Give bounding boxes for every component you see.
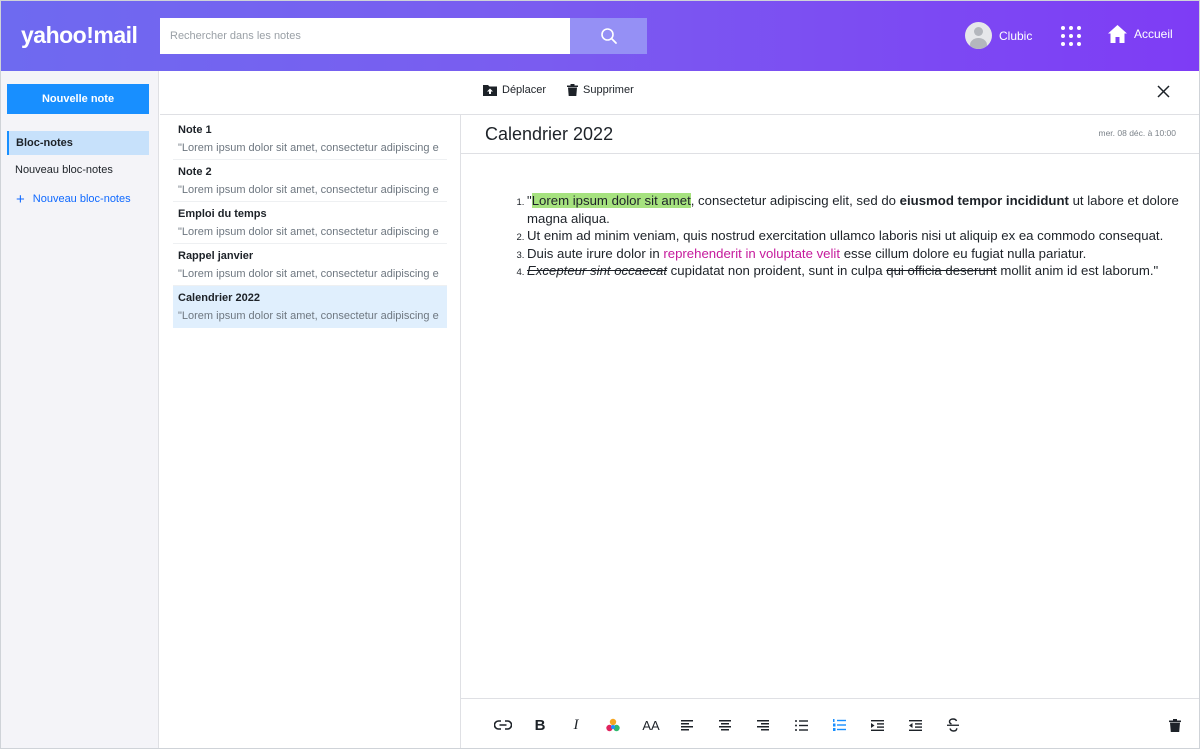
list-item: "Lorem ipsum dolor sit amet, consectetur… bbox=[527, 192, 1191, 227]
close-icon bbox=[1157, 85, 1170, 98]
note-snippet: "Lorem ipsum dolor sit amet, consectetur… bbox=[178, 184, 439, 196]
list-item: Ut enim ad minim veniam, quis nostrud ex… bbox=[527, 227, 1191, 245]
italic-icon[interactable]: I bbox=[566, 715, 586, 735]
add-notebook-button[interactable]: + Nouveau bloc-notes bbox=[16, 190, 131, 208]
sidebar-item-nouveau-bloc-notes[interactable]: Nouveau bloc-notes bbox=[7, 158, 149, 182]
move-label: Déplacer bbox=[502, 84, 547, 96]
bold-icon[interactable]: B bbox=[530, 715, 550, 735]
move-button[interactable]: Déplacer bbox=[483, 84, 546, 96]
new-note-button[interactable]: Nouvelle note bbox=[7, 84, 149, 114]
user-profile[interactable]: Clubic bbox=[965, 22, 1032, 49]
trash-icon bbox=[567, 84, 578, 96]
note-snippet: "Lorem ipsum dolor sit amet, consectetur… bbox=[178, 268, 439, 280]
text-color-icon[interactable] bbox=[603, 715, 623, 735]
plus-icon: + bbox=[16, 190, 25, 208]
strikethrough-icon[interactable] bbox=[943, 715, 963, 735]
note-snippet: "Lorem ipsum dolor sit amet, consectetur… bbox=[178, 310, 439, 322]
list-item[interactable]: Rappel janvier "Lorem ipsum dolor sit am… bbox=[173, 244, 447, 286]
note-snippet: "Lorem ipsum dolor sit amet, consectetur… bbox=[178, 142, 439, 154]
note-title-field[interactable]: Calendrier 2022 bbox=[485, 124, 613, 145]
align-right-icon[interactable] bbox=[753, 715, 773, 735]
list-item-selected[interactable]: Calendrier 2022 "Lorem ipsum dolor sit a… bbox=[173, 286, 447, 328]
close-button[interactable] bbox=[1157, 85, 1170, 103]
note-date: mer. 08 déc. à 10:00 bbox=[1098, 128, 1177, 138]
indent-icon[interactable] bbox=[867, 715, 887, 735]
note-title: Rappel janvier bbox=[178, 250, 254, 262]
strike-italic-text: Excepteur sint occaecat bbox=[527, 263, 668, 278]
search-icon bbox=[600, 28, 617, 44]
note-title: Calendrier 2022 bbox=[178, 292, 260, 304]
yahoo-mail-logo[interactable]: yahoo!mail bbox=[21, 22, 138, 49]
note-title: Note 2 bbox=[178, 166, 212, 178]
bullet-list-icon[interactable] bbox=[791, 715, 811, 735]
sidebar: Nouvelle note Bloc-notes Nouveau bloc-no… bbox=[0, 71, 159, 749]
search-input[interactable] bbox=[160, 18, 570, 54]
font-size-icon[interactable]: AA bbox=[640, 715, 662, 735]
home-label: Accueil bbox=[1134, 27, 1173, 41]
strike-text: qui officia deserunt bbox=[886, 263, 997, 278]
format-toolbar: B I AA bbox=[461, 698, 1200, 749]
colored-text: reprehenderit in voluptate velit bbox=[663, 245, 841, 261]
note-title: Emploi du temps bbox=[178, 208, 267, 220]
avatar bbox=[965, 22, 992, 49]
add-notebook-label: Nouveau bloc-notes bbox=[32, 193, 131, 205]
note-title: Note 1 bbox=[178, 124, 212, 136]
list-item[interactable]: Emploi du temps "Lorem ipsum dolor sit a… bbox=[173, 202, 447, 244]
bold-text: eiusmod tempor incididunt bbox=[899, 193, 1069, 208]
list-item: Duis aute irure dolor in reprehenderit i… bbox=[527, 245, 1191, 263]
user-name: Clubic bbox=[999, 28, 1033, 43]
editor-header: Calendrier 2022 mer. 08 déc. à 10:00 bbox=[461, 115, 1200, 154]
highlighted-text: Lorem ipsum dolor sit amet bbox=[531, 193, 691, 208]
home-icon bbox=[1108, 25, 1127, 43]
list-item: Excepteur sint occaecat cupidatat non pr… bbox=[527, 262, 1191, 280]
outdent-icon[interactable] bbox=[905, 715, 925, 735]
sidebar-item-bloc-notes[interactable]: Bloc-notes bbox=[7, 131, 149, 155]
home-button[interactable]: Accueil bbox=[1107, 24, 1173, 44]
numbered-list: "Lorem ipsum dolor sit amet, consectetur… bbox=[527, 192, 1191, 280]
trash-icon[interactable] bbox=[1165, 715, 1185, 735]
move-folder-icon bbox=[483, 85, 497, 96]
link-icon[interactable] bbox=[493, 715, 513, 735]
note-editor[interactable]: "Lorem ipsum dolor sit amet, consectetur… bbox=[461, 154, 1200, 698]
align-left-icon[interactable] bbox=[677, 715, 697, 735]
note-toolbar: Déplacer Supprimer bbox=[160, 71, 1200, 115]
list-item[interactable]: Note 1 "Lorem ipsum dolor sit amet, cons… bbox=[173, 118, 447, 160]
delete-label: Supprimer bbox=[583, 84, 634, 96]
numbered-list-icon[interactable] bbox=[829, 715, 849, 735]
apps-grid-icon[interactable] bbox=[1061, 26, 1081, 46]
align-center-icon[interactable] bbox=[715, 715, 735, 735]
app-header: yahoo!mail Clubic Accueil bbox=[0, 0, 1200, 71]
note-snippet: "Lorem ipsum dolor sit amet, consectetur… bbox=[178, 226, 439, 238]
delete-button[interactable]: Supprimer bbox=[567, 84, 634, 96]
note-list: Note 1 "Lorem ipsum dolor sit amet, cons… bbox=[160, 115, 461, 749]
list-item[interactable]: Note 2 "Lorem ipsum dolor sit amet, cons… bbox=[173, 160, 447, 202]
search-button[interactable] bbox=[570, 18, 647, 54]
